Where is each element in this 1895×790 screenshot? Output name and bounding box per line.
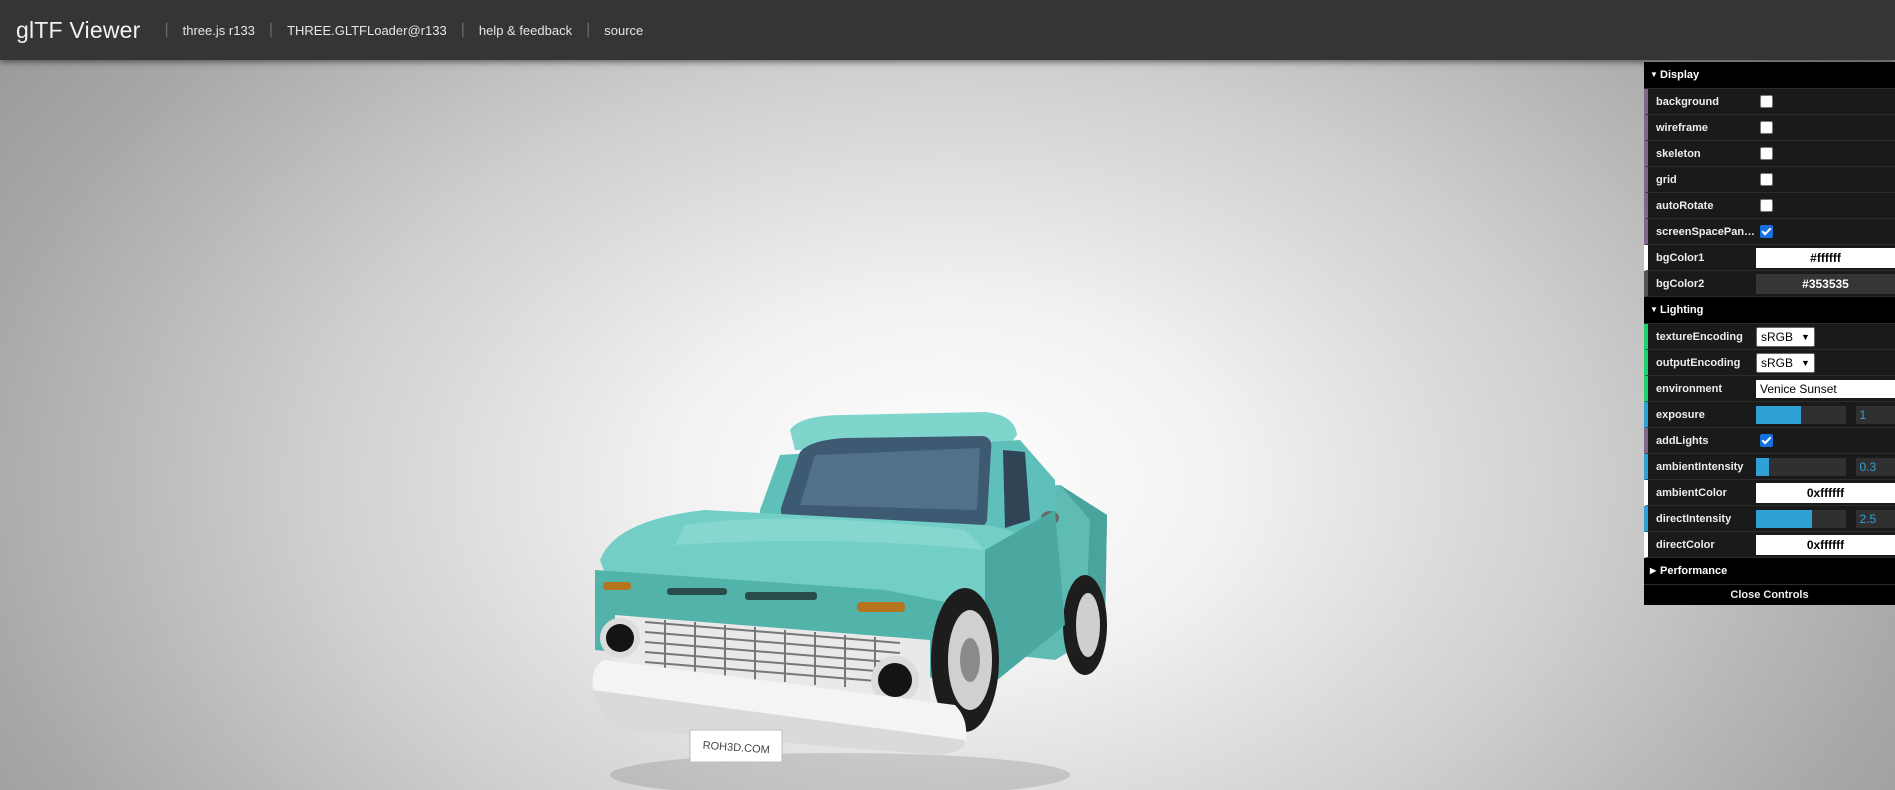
control-wireframe[interactable]: wireframe [1644, 115, 1895, 141]
truck-model: ROH3D.COM [592, 412, 1107, 790]
folder-display-title[interactable]: ▼ Display [1644, 62, 1895, 89]
control-exposure[interactable]: exposure 1 [1644, 402, 1895, 428]
folder-performance-title[interactable]: ▶ Performance [1644, 558, 1895, 585]
nav-link-gltfloader[interactable]: THREE.GLTFLoader@r133 [287, 23, 447, 38]
nav-separator: | [586, 21, 591, 38]
top-header: glTF Viewer | three.js r133 | THREE.GLTF… [0, 0, 1895, 60]
slider-fill [1756, 457, 1770, 476]
ambientcolor-field[interactable]: 0xffffff [1756, 482, 1895, 503]
folder-lighting-title[interactable]: ▼ Lighting [1644, 297, 1895, 324]
bgcolor1-field[interactable]: #ffffff [1756, 247, 1895, 268]
triangle-down-icon: ▼ [1650, 70, 1658, 79]
control-ambientintensity[interactable]: ambientIntensity 0.3 [1644, 454, 1895, 480]
exposure-slider[interactable] [1756, 405, 1846, 424]
skeleton-checkbox[interactable] [1760, 147, 1773, 160]
wireframe-checkbox[interactable] [1760, 121, 1773, 134]
control-textureencoding[interactable]: textureEncoding sRGB ▼ [1644, 324, 1895, 350]
close-controls-button[interactable]: Close Controls [1644, 585, 1895, 605]
app-title: glTF Viewer [16, 16, 141, 43]
addlights-checkbox[interactable] [1760, 434, 1773, 447]
slider-fill [1756, 509, 1812, 528]
exposure-number-input[interactable]: 1 [1855, 405, 1895, 424]
control-ambientcolor[interactable]: ambientColor 0xffffff [1644, 480, 1895, 506]
control-environment[interactable]: environment Venice Sunset [1644, 376, 1895, 402]
control-directintensity[interactable]: directIntensity 2.5 [1644, 506, 1895, 532]
control-autorotate[interactable]: autoRotate [1644, 193, 1895, 219]
directcolor-field[interactable]: 0xffffff [1756, 534, 1895, 555]
control-bgcolor1[interactable]: bgColor1 #ffffff [1644, 245, 1895, 271]
ambientintensity-number-input[interactable]: 0.3 [1855, 457, 1895, 476]
triangle-down-icon: ▼ [1650, 305, 1658, 314]
bgcolor2-field[interactable]: #353535 [1756, 273, 1895, 294]
ambientintensity-slider[interactable] [1756, 457, 1846, 476]
nav-separator: | [268, 21, 274, 38]
environment-field[interactable]: Venice Sunset [1756, 379, 1895, 398]
chevron-down-icon: ▼ [1801, 331, 1810, 342]
chevron-down-icon: ▼ [1801, 357, 1810, 368]
autorotate-checkbox[interactable] [1760, 199, 1773, 212]
textureencoding-select[interactable]: sRGB ▼ [1756, 326, 1815, 347]
nav-link-source[interactable]: source [604, 23, 643, 38]
slider-fill [1756, 405, 1801, 424]
control-skeleton[interactable]: skeleton [1644, 141, 1895, 167]
nav-link-threejs[interactable]: three.js r133 [183, 23, 255, 38]
directintensity-slider[interactable] [1756, 509, 1846, 528]
grid-checkbox[interactable] [1760, 173, 1773, 186]
screenspacepanning-checkbox[interactable] [1760, 225, 1773, 238]
nav-link-help-feedback[interactable]: help & feedback [479, 23, 572, 38]
nav-separator: | [164, 21, 169, 38]
control-screenspacepanning[interactable]: screenSpacePan… [1644, 219, 1895, 245]
3d-viewport[interactable]: ROH3D.COM [0, 60, 1895, 790]
control-background[interactable]: background [1644, 89, 1895, 115]
background-checkbox[interactable] [1760, 95, 1773, 108]
control-directcolor[interactable]: directColor 0xffffff [1644, 532, 1895, 558]
control-outputencoding[interactable]: outputEncoding sRGB ▼ [1644, 350, 1895, 376]
outputencoding-select[interactable]: sRGB ▼ [1756, 352, 1815, 373]
triangle-right-icon: ▶ [1650, 566, 1657, 575]
controls-panel: ▼ Display background wireframe skeleton … [1644, 62, 1895, 605]
nav-separator: | [460, 21, 465, 38]
control-addlights[interactable]: addLights [1644, 428, 1895, 454]
directintensity-number-input[interactable]: 2.5 [1855, 509, 1895, 528]
control-grid[interactable]: grid [1644, 167, 1895, 193]
control-bgcolor2[interactable]: bgColor2 #353535 [1644, 271, 1895, 297]
